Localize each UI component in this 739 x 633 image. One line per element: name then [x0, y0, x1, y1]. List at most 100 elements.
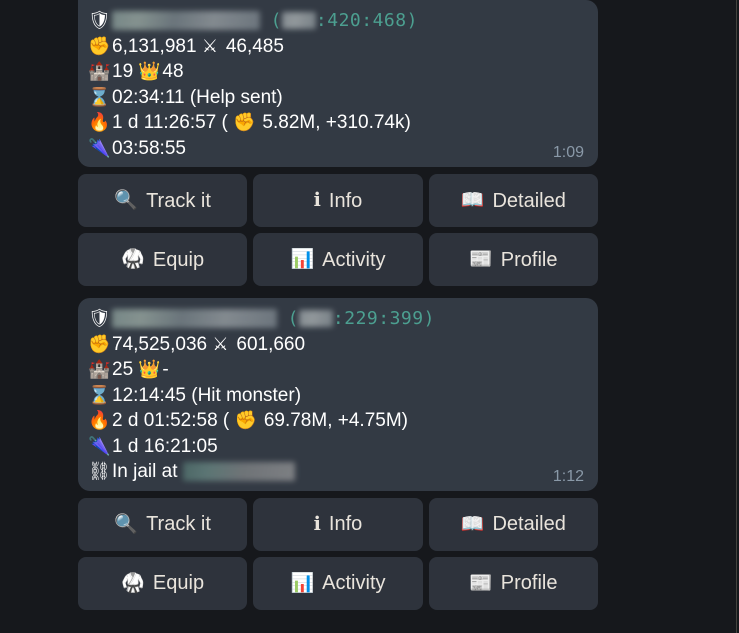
coords-open-paren: ( [270, 10, 282, 31]
chat-view: 🛡 (:420:468) ✊ 6,131,981 ⚔ 46,485 🏰 19 👑 48 ⌛ 02… [0, 0, 739, 633]
equip-button[interactable]: 🥋 Equip [78, 233, 248, 286]
detailed-button-label: Detailed [492, 189, 566, 212]
player-header-line: 🛡 ( :229:399) [88, 306, 584, 332]
profile-button[interactable]: 📰 Profile [428, 233, 598, 286]
player-header-line: 🛡 ( :420:468) [88, 8, 584, 34]
coords-close-paren: ) [406, 10, 418, 31]
fire-line: 🔥 2 d 01:52:58 ( ✊ 69.78M, +4.75M) [88, 408, 584, 434]
crossed-swords-icon: ⚔ [212, 333, 229, 355]
player-coordinates: ( :420:468) [271, 8, 418, 34]
equip-button-label: Equip [152, 572, 205, 594]
castle-icon: 🏰 [88, 359, 111, 380]
might-attack-line-value-2: 46,485 [225, 35, 284, 57]
castle-crown-line: 🏰 25 👑 - [88, 357, 584, 383]
umbrella-line: 🌂 1 d 16:21:05 [88, 434, 584, 460]
fist-icon: ✊ [234, 410, 257, 431]
header-gap [260, 8, 271, 34]
track-it-button-label: Track it [146, 189, 211, 212]
info-button-label: Info [328, 189, 363, 212]
equip-button[interactable]: 🥋 Equip [78, 556, 248, 610]
message-timestamp: 1:09 [552, 144, 584, 161]
castle-crown-line-value: 19 [112, 61, 134, 82]
hourglass-line-value: 02:34:11 (Help sent) [112, 86, 283, 108]
coords-close-paren: ) [423, 308, 435, 329]
jail-line-value: In jail at [112, 461, 183, 482]
shield-icon: 🛡 [88, 10, 111, 31]
fire-icon: 🔥 [88, 112, 111, 133]
castle-crown-line: 🏰 19 👑 48 [88, 59, 584, 85]
closed-umbrella-icon: 🌂 [88, 435, 111, 457]
umbrella-line: 🌂 03:58:55 [88, 136, 584, 162]
jail-line: ⛓ In jail at [88, 459, 584, 485]
shield-icon: 🛡 [88, 308, 111, 329]
detailed-button-label: Detailed [492, 513, 566, 535]
info-button[interactable]: ℹ Info [253, 497, 423, 551]
track-it-button[interactable]: 🔍 Track it [78, 497, 248, 551]
coords-value: :229:399 [332, 308, 424, 329]
inline-keyboard: 🔍 Track it ℹ Info 📖 Detailed 🥋 Equip 📊 Activity 📰 P… [78, 174, 598, 286]
fire-icon: 🔥 [88, 410, 111, 431]
activity-button-label: Activity [322, 248, 386, 271]
crown-icon: 👑 [138, 61, 161, 82]
umbrella-line-value: 1 d 16:21:05 [112, 435, 218, 457]
hourglass-line: ⌛ 12:14:45 (Hit monster) [88, 383, 584, 409]
crown-icon: 👑 [138, 359, 161, 380]
profile-button[interactable]: 📰 Profile [428, 556, 598, 610]
fist-icon: ✊ [88, 35, 111, 57]
player-name-redacted [112, 11, 260, 31]
castle-crown-line-value: 25 [112, 359, 134, 380]
fist-icon: ✊ [88, 333, 111, 355]
fire-line-value: 2 d 01:52:58 ( [112, 410, 230, 431]
world-id-redacted [281, 12, 316, 30]
detailed-button[interactable]: 📖 Detailed [428, 174, 598, 227]
chains-icon: ⛓ [88, 461, 111, 482]
info-button[interactable]: ℹ Info [253, 174, 423, 227]
information-icon: ℹ [313, 512, 321, 535]
player-name-redacted [112, 309, 277, 329]
fire-line: 🔥 1 d 11:26:57 ( ✊ 5.82M, +310.74k) [88, 110, 584, 136]
viewport-edge-rule [736, 0, 737, 633]
magnifier-icon: 🔍 [114, 189, 139, 211]
hourglass-icon: ⌛ [88, 86, 111, 108]
open-book-icon: 📖 [460, 189, 485, 211]
newspaper-icon: 📰 [469, 571, 493, 594]
martial-arts-uniform-icon: 🥋 [121, 248, 145, 270]
track-it-button-label: Track it [146, 513, 211, 535]
might-attack-line-value: 74,525,036 [112, 333, 208, 355]
activity-button[interactable]: 📊 Activity [253, 233, 423, 286]
detailed-button[interactable]: 📖 Detailed [428, 497, 598, 551]
message-bubble: 🛡 (:229:399) ✊ 74,525,036 ⚔ 601,660 🏰 25 👑 - ⌛ 1… [78, 298, 598, 491]
profile-button-label: Profile [500, 248, 558, 271]
newspaper-icon: 📰 [469, 248, 493, 270]
profile-button-label: Profile [500, 572, 558, 594]
fist-icon: ✊ [233, 112, 256, 133]
hourglass-icon: ⌛ [88, 384, 111, 406]
header-gap [277, 306, 288, 332]
information-icon: ℹ [313, 189, 321, 211]
message-timestamp: 1:12 [552, 467, 584, 485]
might-attack-line: ✊ 74,525,036 ⚔ 601,660 [88, 332, 584, 358]
fire-line-value-2: 69.78M, +4.75M) [258, 410, 408, 431]
info-button-label: Info [328, 513, 363, 535]
magnifier-icon: 🔍 [114, 512, 139, 535]
track-it-button[interactable]: 🔍 Track it [78, 174, 248, 227]
activity-button-label: Activity [322, 572, 386, 594]
hourglass-line: ⌛ 02:34:11 (Help sent) [88, 85, 584, 111]
activity-button[interactable]: 📊 Activity [253, 556, 423, 610]
message-gap [78, 286, 598, 298]
might-attack-line-value-2: 601,660 [236, 333, 306, 355]
might-attack-line-value: 6,131,981 [112, 35, 197, 57]
martial-arts-uniform-icon: 🥋 [121, 571, 145, 594]
castle-icon: 🏰 [88, 61, 111, 82]
might-attack-line: ✊ 6,131,981 ⚔ 46,485 [88, 34, 584, 60]
crossed-swords-icon: ⚔ [201, 35, 218, 57]
umbrella-line-value: 03:58:55 [112, 137, 186, 159]
coords-open-paren: ( [287, 308, 299, 329]
player-coordinates: ( :229:399) [288, 306, 435, 332]
jail-location-redacted [182, 462, 295, 482]
castle-crown-line-value-2: - [162, 359, 169, 380]
message-bubble: 🛡 (:420:468) ✊ 6,131,981 ⚔ 46,485 🏰 19 👑 48 ⌛ 02… [78, 0, 598, 167]
open-book-icon: 📖 [460, 512, 485, 535]
coords-value: :420:468 [315, 10, 407, 31]
fire-line-value-2: 5.82M, +310.74k) [257, 112, 411, 133]
